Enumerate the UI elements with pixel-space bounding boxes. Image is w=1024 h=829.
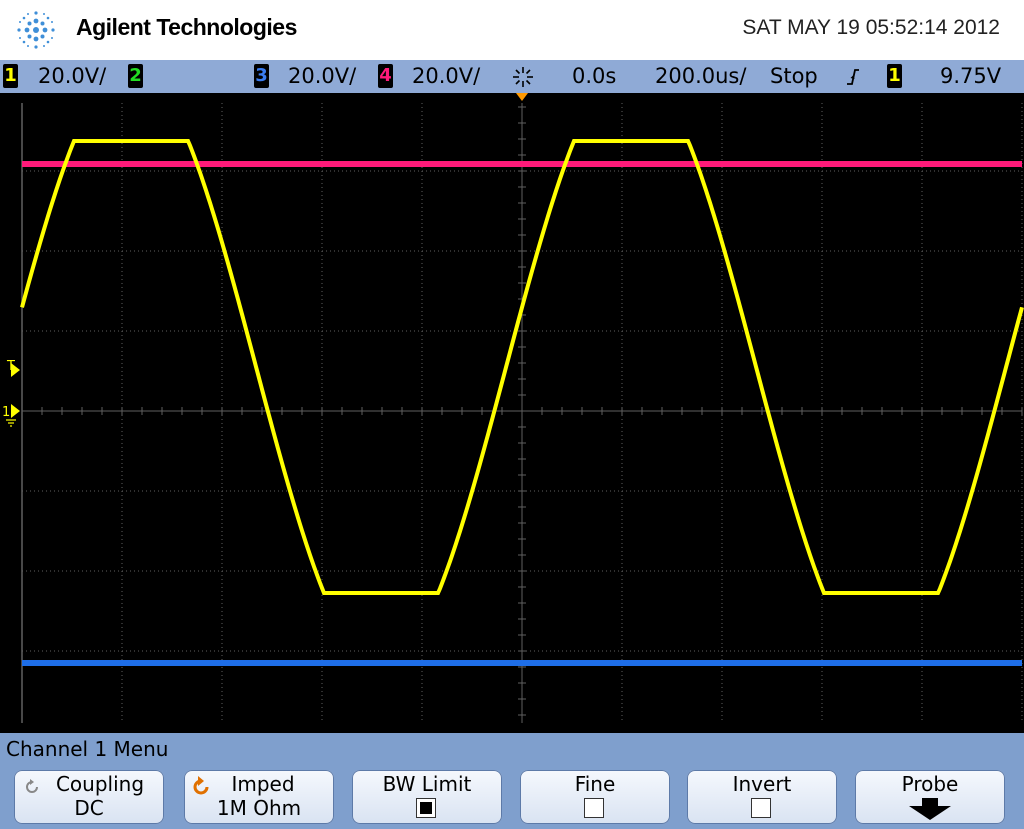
sparkle-icon <box>513 67 533 87</box>
channel-1-ground-marker[interactable] <box>11 404 20 418</box>
channel-3-scale: 20.0V/ <box>288 64 357 88</box>
bw-limit-softkey[interactable]: BW Limit <box>352 770 502 824</box>
channel-4-scale: 20.0V/ <box>412 64 481 88</box>
horizontal-delay: 0.0s <box>572 64 617 88</box>
waveform-display[interactable]: T 1 <box>0 93 1024 733</box>
agilent-spark-icon <box>17 11 55 49</box>
graticule <box>21 103 1023 723</box>
impedance-value: 1M Ohm <box>216 796 302 820</box>
trigger-source-indicator[interactable]: 1 <box>887 64 902 88</box>
probe-softkey[interactable]: Probe <box>855 770 1005 824</box>
invert-checkbox[interactable] <box>751 798 771 818</box>
invert-softkey[interactable]: Invert <box>687 770 837 824</box>
brand-name: Agilent Technologies <box>76 14 297 40</box>
status-bar: 1 20.0V/ 2 3 20.0V/ 4 20.0V/ 0.0s 200.0u… <box>0 60 1024 93</box>
ground-icon <box>6 419 16 427</box>
coupling-value: DC <box>74 796 104 820</box>
menu-title: Channel 1 Menu <box>6 737 169 761</box>
channel-3-indicator[interactable]: 3 <box>254 64 269 88</box>
invert-label: Invert <box>732 772 792 796</box>
channel-1-indicator[interactable]: 1 <box>3 64 18 88</box>
timebase-scale: 200.0us/ <box>655 64 747 88</box>
trigger-level: 9.75V <box>940 64 1002 88</box>
channel-2-indicator[interactable]: 2 <box>128 64 143 88</box>
impedance-label: Imped <box>231 772 295 796</box>
bw-limit-label: BW Limit <box>382 772 472 796</box>
arrow-down-icon <box>909 798 951 820</box>
instrument-header: Agilent Technologies SAT MAY 19 05:52:14… <box>0 0 1024 60</box>
probe-label: Probe <box>901 772 959 796</box>
fine-label: Fine <box>574 772 616 796</box>
coupling-label: Coupling <box>55 772 145 796</box>
channel-1-ground-label: 1 <box>2 405 10 420</box>
coupling-softkey[interactable]: Coupling DC <box>14 770 164 824</box>
date-time: SAT MAY 19 05:52:14 2012 <box>742 16 1000 39</box>
fine-softkey[interactable]: Fine <box>520 770 670 824</box>
channel-1-scale: 20.0V/ <box>38 64 107 88</box>
trigger-level-label: T <box>6 359 15 374</box>
trigger-position-marker[interactable] <box>516 93 528 101</box>
fine-checkbox[interactable] <box>584 798 604 818</box>
channel-4-indicator[interactable]: 4 <box>378 64 393 88</box>
rising-edge-icon <box>847 69 859 85</box>
impedance-softkey[interactable]: Imped 1M Ohm <box>184 770 334 824</box>
waveform-plot[interactable]: T 1 <box>0 93 1024 733</box>
run-state: Stop <box>770 64 818 88</box>
bw-limit-checkbox[interactable] <box>416 798 436 818</box>
channel-menu: Channel 1 Menu Coupling DC Imped 1M Ohm … <box>0 733 1024 829</box>
